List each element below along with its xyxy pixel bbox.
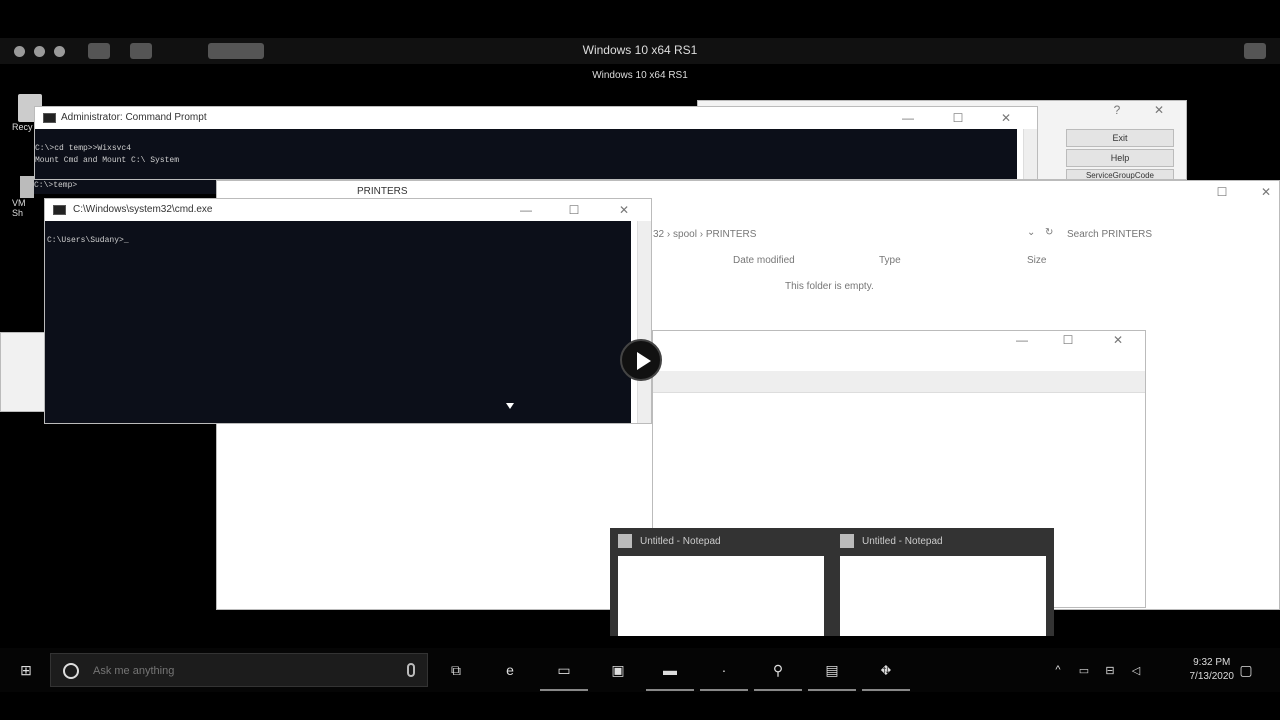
desktop-icon-label: Recy	[12, 122, 33, 132]
admin-cmd-console[interactable]: C:\>cd temp>>Wixsvc4 Mount Cmd and Mount…	[35, 129, 1017, 179]
cmd-icon	[43, 113, 56, 123]
search-input[interactable]	[1065, 225, 1255, 243]
taskbar-clock[interactable]: 9:32 PM 7/13/2020	[1190, 656, 1235, 684]
host-title: Windows 10 x64 RS1	[582, 43, 698, 57]
column-header-type[interactable]: Type	[879, 255, 901, 266]
cmd-taskbar-icon[interactable]: ▬	[658, 658, 682, 682]
scrollbar[interactable]	[1023, 129, 1037, 179]
close-icon[interactable]: ✕	[1253, 183, 1279, 201]
active-indicator	[700, 689, 748, 691]
taskbar-preview[interactable]: Untitled - Notepad	[610, 528, 832, 636]
vm-shortcut-icon[interactable]: VM Sh	[12, 176, 34, 218]
close-icon[interactable]: ✕	[611, 201, 637, 219]
minimize-icon[interactable]: —	[513, 201, 539, 219]
network-app-icon[interactable]: ⛖	[874, 658, 898, 682]
windows-start-icon[interactable]: ⊞	[14, 658, 38, 682]
desktop-icon-label: Sh	[12, 208, 24, 218]
window-title: C:\Windows\system32\cmd.exe	[73, 204, 213, 215]
maximize-icon[interactable]: ☐	[561, 201, 587, 219]
chevron-up-icon[interactable]: ^	[1046, 658, 1070, 682]
cmd-icon	[53, 205, 66, 215]
service-group-code-button[interactable]: ServiceGroupCode	[1066, 169, 1174, 179]
cmd-titlebar: C:\Windows\system32\cmd.exe — ☐ ✕	[45, 199, 651, 221]
edge-icon[interactable]: e	[498, 658, 522, 682]
notepad-taskbar-icon[interactable]: ·	[712, 658, 736, 682]
active-indicator	[540, 689, 588, 691]
store-icon[interactable]: ▣	[606, 658, 630, 682]
clock-time: 9:32 PM	[1193, 657, 1231, 668]
chevron-down-icon[interactable]: ⌄	[1027, 227, 1035, 238]
active-indicator	[862, 689, 910, 691]
notepad-icon	[618, 534, 632, 548]
minimize-icon[interactable]: —	[1009, 331, 1035, 349]
close-icon[interactable]: ✕	[993, 109, 1019, 127]
admin-cmd-window: Administrator: Command Prompt — ☐ ✕ C:\>…	[34, 106, 1038, 180]
column-header-date-modified[interactable]: Date modified	[733, 255, 795, 266]
breadcrumb-item[interactable]: PRINTERS	[706, 229, 757, 240]
task-view-icon[interactable]: ⧉	[444, 658, 468, 682]
empty-folder-text: This folder is empty.	[785, 281, 874, 292]
menu-bar	[653, 371, 1145, 393]
window-title: PRINTERS	[357, 186, 408, 197]
maximize-icon[interactable]: ☐	[1209, 183, 1235, 201]
minimize-icon[interactable]: —	[895, 109, 921, 127]
search-input[interactable]	[91, 662, 391, 680]
help-icon[interactable]: ?	[1104, 101, 1130, 119]
microphone-icon[interactable]	[407, 663, 415, 677]
window-title: Administrator: Command Prompt	[61, 112, 207, 123]
breadcrumb-item[interactable]: 32	[653, 229, 664, 240]
scrollbar[interactable]	[637, 221, 651, 423]
vm-subtitle: Windows 10 x64 RS1	[592, 70, 688, 81]
host-titlebar: Windows 10 x64 RS1	[0, 38, 1280, 64]
preview-title: Untitled - Notepad	[862, 536, 943, 547]
cortana-search[interactable]	[50, 653, 428, 687]
cortana-icon	[63, 663, 79, 679]
admin-cmd-console-tail: C:\>temp>	[34, 180, 224, 194]
active-indicator	[646, 689, 694, 691]
play-icon[interactable]	[620, 339, 662, 381]
admin-cmd-titlebar: Administrator: Command Prompt — ☐ ✕	[35, 107, 1037, 129]
volume-icon[interactable]: ◁	[1124, 658, 1148, 682]
console-line: C:\>temp>	[34, 181, 78, 190]
preview-title: Untitled - Notepad	[640, 536, 721, 547]
notifications-icon[interactable]: ▢	[1234, 658, 1258, 682]
active-indicator	[754, 689, 802, 691]
column-header-size[interactable]: Size	[1027, 255, 1046, 266]
refresh-icon[interactable]: ↻	[1045, 227, 1053, 238]
left-window-fragment	[0, 332, 46, 412]
magnifier-icon[interactable]: ⚲	[766, 658, 790, 682]
preview-thumbnail[interactable]	[840, 556, 1046, 636]
console-line: Mount Cmd and Mount C:\ System	[35, 156, 180, 165]
preview-thumbnail[interactable]	[618, 556, 824, 636]
taskbar: ⊞ ⧉ e ▭ ▣ ▬ · ⚲ ▤ ⛖ ^ ▭ ⊟ ◁ 9:32 PM 7/13…	[0, 648, 1280, 692]
maximize-icon[interactable]: ☐	[1055, 331, 1081, 349]
help-button[interactable]: Help	[1066, 149, 1174, 167]
console-prompt: C:\Users\Sudany>_	[47, 236, 129, 245]
battery-icon[interactable]: ▭	[1072, 658, 1096, 682]
close-icon[interactable]: ✕	[1105, 331, 1131, 349]
breadcrumb[interactable]: 32 › spool › PRINTERS	[653, 229, 756, 240]
active-indicator	[808, 689, 856, 691]
breadcrumb-item[interactable]: spool	[673, 229, 697, 240]
vm-screen: Recy VM Sh ? ✕ Exit Help ServiceGroupCod…	[0, 84, 1280, 636]
desktop-icon-label: VM	[12, 198, 26, 208]
mouse-cursor-icon	[506, 403, 514, 409]
file-explorer-icon[interactable]: ▭	[552, 658, 576, 682]
preview-header: Untitled - Notepad	[610, 528, 832, 554]
close-icon[interactable]: ✕	[1146, 101, 1172, 119]
clock-date: 7/13/2020	[1189, 671, 1235, 682]
maximize-icon[interactable]: ☐	[945, 109, 971, 127]
settings-icon[interactable]	[1244, 43, 1266, 59]
preview-header: Untitled - Notepad	[832, 528, 1054, 554]
taskbar-preview[interactable]: Untitled - Notepad	[832, 528, 1054, 636]
notepad-icon	[840, 534, 854, 548]
exit-button[interactable]: Exit	[1066, 129, 1174, 147]
app-icon[interactable]: ▤	[820, 658, 844, 682]
network-icon[interactable]: ⊟	[1098, 658, 1122, 682]
console-line: C:\>cd temp>>Wixsvc4	[35, 144, 132, 153]
cmd-window: C:\Windows\system32\cmd.exe — ☐ ✕ C:\Use…	[44, 198, 652, 424]
cmd-console[interactable]: C:\Users\Sudany>_	[45, 221, 631, 423]
